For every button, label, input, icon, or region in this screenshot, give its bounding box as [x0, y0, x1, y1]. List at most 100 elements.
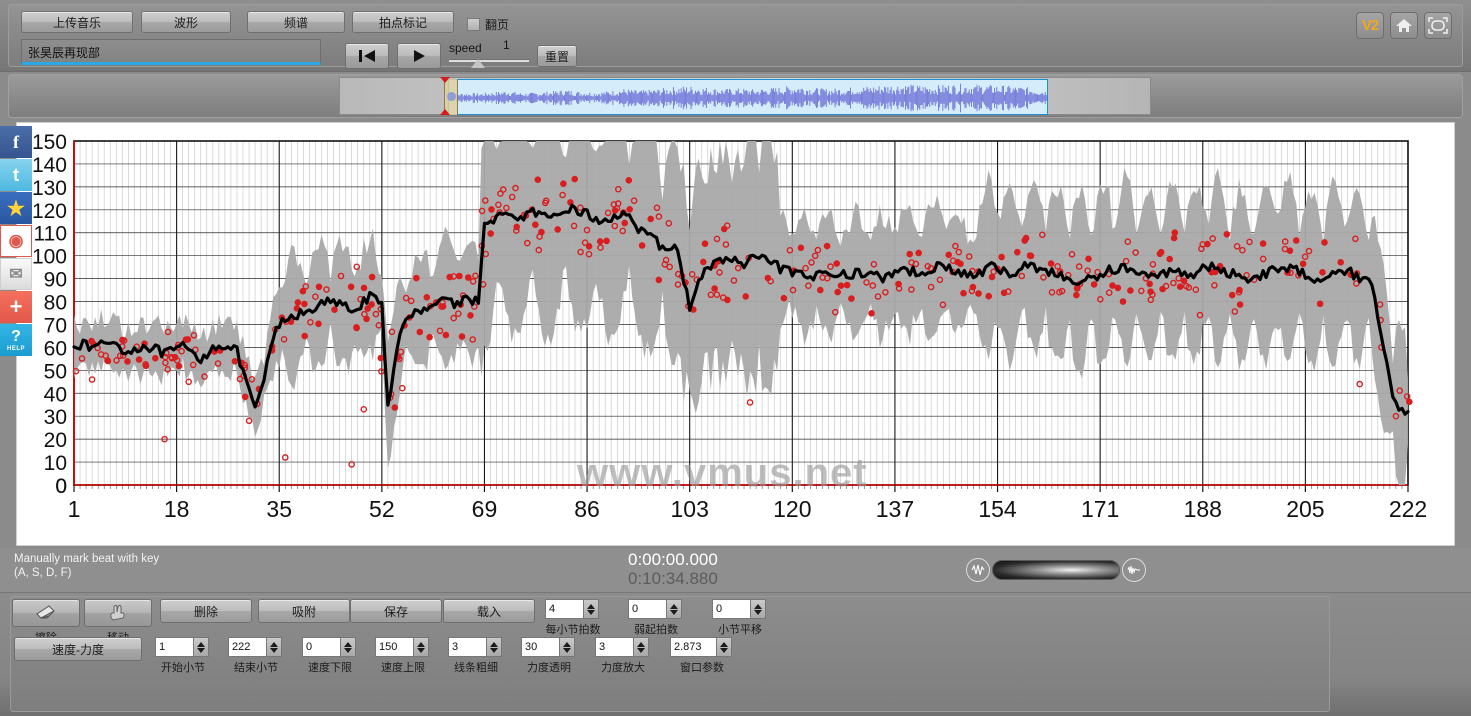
spinner-down-icon[interactable] — [197, 647, 205, 653]
upload-music-button[interactable]: 上传音乐 — [21, 11, 133, 33]
spinner-up-icon[interactable] — [720, 641, 728, 647]
rewind-button[interactable] — [345, 43, 389, 69]
home-button[interactable] — [1390, 12, 1418, 39]
spinner-value[interactable]: 30 — [521, 637, 559, 657]
spinner-up-icon[interactable] — [197, 641, 205, 647]
speed-velocity-button[interactable]: 速度-力度 — [14, 637, 142, 661]
spinner-up-icon[interactable] — [344, 641, 352, 647]
page-turn-checkbox[interactable] — [467, 18, 480, 31]
spinner-弱起拍数[interactable]: 0 弱起拍数 — [628, 599, 684, 637]
spinner-value[interactable]: 1 — [155, 637, 193, 657]
speed-slider-thumb[interactable] — [471, 59, 485, 68]
page-turn-checkbox-group[interactable]: 翻页 — [467, 16, 509, 33]
spinner-arrows[interactable] — [559, 637, 575, 657]
spinner-value[interactable]: 222 — [228, 637, 266, 657]
spinner-down-icon[interactable] — [670, 609, 678, 615]
spinner-down-icon[interactable] — [587, 609, 595, 615]
move-hand-icon — [110, 605, 125, 621]
spinner-速度上限[interactable]: 150 速度上限 — [375, 637, 431, 675]
spinner-value[interactable]: 0 — [302, 637, 340, 657]
load-button[interactable]: 载入 — [443, 599, 535, 623]
move-tool-button[interactable] — [84, 599, 152, 627]
app-root: 上传音乐 波形 频谱 拍点标记 翻页 张昊辰再现部 speed 1 重置 V2 … — [0, 0, 1471, 716]
tempo-chart[interactable]: 0 10 20 30 40 50 60 70 80 90 100 110 120 130 140 150 1 18… — [16, 122, 1455, 546]
spinner-速度下限[interactable]: 0 速度下限 — [302, 637, 358, 675]
facebook-icon[interactable]: f — [0, 126, 32, 158]
x-tick-label: 69 — [472, 496, 498, 522]
navigator-knob[interactable] — [447, 92, 456, 101]
spinner-arrows[interactable] — [666, 599, 682, 619]
song-title-input[interactable]: 张昊辰再现部 — [21, 39, 321, 65]
spinner-down-icon[interactable] — [490, 647, 498, 653]
weibo-icon[interactable]: ◉ — [0, 225, 32, 257]
x-tick-label: 188 — [1184, 496, 1222, 522]
spinner-窗口参数[interactable]: 2.873 窗口参数 — [670, 637, 734, 675]
spinner-down-icon[interactable] — [270, 647, 278, 653]
spinner-arrows[interactable] — [633, 637, 649, 657]
spinner-arrows[interactable] — [583, 599, 599, 619]
spinner-arrows[interactable] — [266, 637, 282, 657]
spectrum-button[interactable]: 频谱 — [247, 11, 345, 33]
waveform-button[interactable]: 波形 — [141, 11, 231, 33]
spinner-up-icon[interactable] — [670, 603, 678, 609]
spinner-down-icon[interactable] — [563, 647, 571, 653]
spinner-value[interactable]: 2.873 — [670, 637, 716, 657]
volume-slider[interactable] — [992, 560, 1120, 580]
play-button[interactable] — [397, 43, 441, 69]
y-tick-label: 70 — [44, 314, 67, 337]
spinner-value[interactable]: 150 — [375, 637, 413, 657]
spinner-down-icon[interactable] — [637, 647, 645, 653]
spinner-value[interactable]: 4 — [545, 599, 583, 619]
delete-button[interactable]: 删除 — [160, 599, 252, 623]
navigator-track[interactable] — [339, 77, 1151, 115]
spinner-down-icon[interactable] — [344, 647, 352, 653]
spinner-arrows[interactable] — [193, 637, 209, 657]
spinner-arrows[interactable] — [750, 599, 766, 619]
share-more-icon[interactable]: + — [0, 291, 32, 323]
spinner-arrows[interactable] — [716, 637, 732, 657]
help-icon[interactable]: ? HELP — [0, 324, 32, 356]
erase-tool-button[interactable] — [12, 599, 80, 627]
speed-slider-track[interactable] — [449, 59, 529, 62]
spinner-down-icon[interactable] — [720, 647, 728, 653]
spinner-arrows[interactable] — [413, 637, 429, 657]
spinner-小节平移[interactable]: 0 小节平移 — [712, 599, 768, 637]
reset-button[interactable]: 重置 — [537, 45, 577, 67]
spinner-value[interactable]: 3 — [595, 637, 633, 657]
spinner-每小节拍数[interactable]: 4 每小节拍数 — [545, 599, 601, 637]
v2-badge-button[interactable]: V2 — [1356, 12, 1384, 39]
spinner-线条粗细[interactable]: 3 线条粗细 — [448, 637, 504, 675]
waveform-icon[interactable] — [966, 558, 990, 582]
x-tick-label: 205 — [1286, 496, 1324, 522]
save-button[interactable]: 保存 — [350, 599, 442, 623]
spinner-arrows[interactable] — [486, 637, 502, 657]
spinner-value[interactable]: 0 — [628, 599, 666, 619]
beat-mark-button[interactable]: 拍点标记 — [352, 11, 454, 33]
spinner-up-icon[interactable] — [270, 641, 278, 647]
volume-control[interactable] — [966, 558, 1146, 582]
spinner-up-icon[interactable] — [587, 603, 595, 609]
spinner-label: 小节平移 — [718, 624, 762, 636]
spinner-arrows[interactable] — [340, 637, 356, 657]
qzone-icon[interactable]: ★ — [0, 192, 32, 224]
spinner-down-icon[interactable] — [417, 647, 425, 653]
spinner-value[interactable]: 0 — [712, 599, 750, 619]
spinner-up-icon[interactable] — [417, 641, 425, 647]
navigator-selection[interactable] — [448, 79, 1048, 115]
spinner-down-icon[interactable] — [754, 609, 762, 615]
spinner-up-icon[interactable] — [637, 641, 645, 647]
spinner-up-icon[interactable] — [754, 603, 762, 609]
spinner-up-icon[interactable] — [563, 641, 571, 647]
waveform-small-icon[interactable] — [1122, 558, 1146, 582]
twitter-icon[interactable]: t — [0, 159, 32, 191]
email-icon[interactable]: ✉ — [0, 258, 32, 290]
spinner-value[interactable]: 3 — [448, 637, 486, 657]
waveform-navigator[interactable] — [8, 74, 1463, 118]
snap-button[interactable]: 吸附 — [258, 599, 350, 623]
spinner-结束小节[interactable]: 222 结束小节 — [228, 637, 284, 675]
spinner-up-icon[interactable] — [490, 641, 498, 647]
spinner-力度放大[interactable]: 3 力度放大 — [595, 637, 651, 675]
fullscreen-button[interactable] — [1424, 12, 1452, 39]
spinner-开始小节[interactable]: 1 开始小节 — [155, 637, 211, 675]
spinner-力度透明[interactable]: 30 力度透明 — [521, 637, 577, 675]
